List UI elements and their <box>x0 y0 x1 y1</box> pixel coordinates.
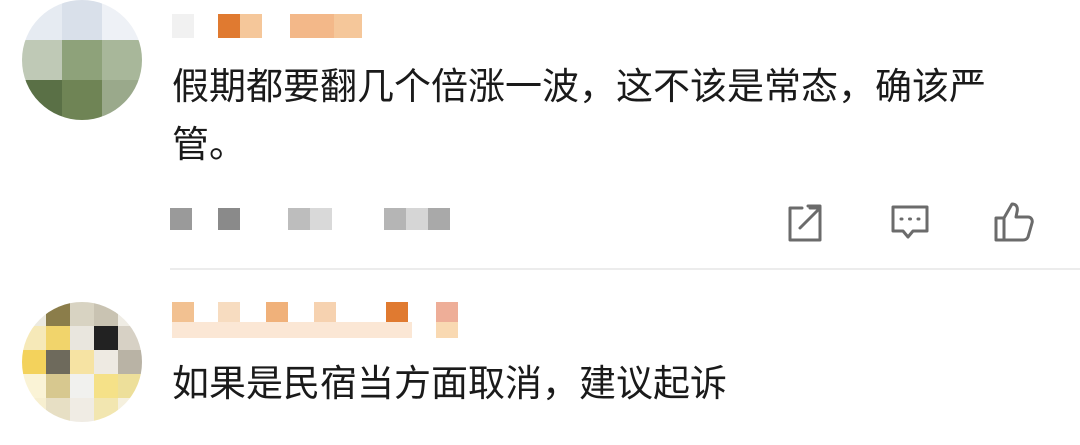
thumbs-up-icon <box>992 200 1036 244</box>
username-blurred[interactable] <box>172 14 362 38</box>
comment-icon <box>888 200 932 244</box>
comment-meta-blurred <box>170 208 460 230</box>
like-button[interactable] <box>992 200 1036 244</box>
username-blurred[interactable] <box>172 302 458 342</box>
comment-text: 如果是民宿当方面取消，建议起诉 <box>172 362 727 405</box>
comment-item: 假期都要翻几个倍涨一波，这不该是常态，确该严管。 <box>0 0 1080 268</box>
reply-button[interactable] <box>888 200 932 244</box>
comment-text: 假期都要翻几个倍涨一波，这不该是常态，确该严管。 <box>172 65 986 166</box>
avatar[interactable] <box>22 302 142 422</box>
share-button[interactable] <box>784 200 828 244</box>
comment-item: 如果是民宿当方面取消，建议起诉 <box>0 270 1080 445</box>
avatar[interactable] <box>22 0 142 120</box>
share-icon <box>784 200 828 244</box>
